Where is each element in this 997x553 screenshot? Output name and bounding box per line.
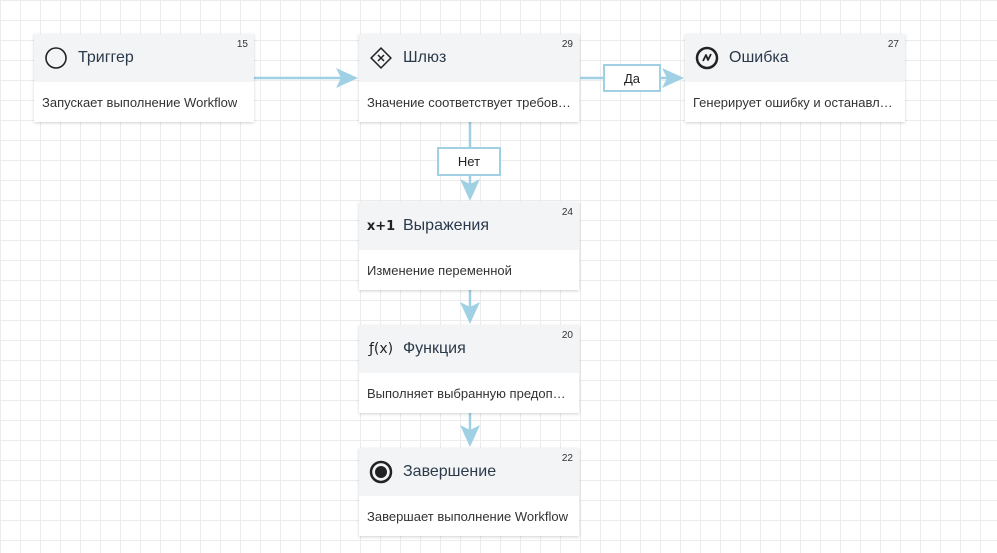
node-description: Генерирует ошибку и останавливает выполн… (693, 94, 897, 110)
node-function[interactable]: ƒ(x) Функция 20 Выполняет выбранную пред… (359, 325, 579, 413)
node-id: 20 (561, 330, 573, 341)
end-circle-icon (369, 460, 393, 484)
node-header: x+1 Выражения 24 (359, 202, 579, 250)
node-header: ƒ(x) Функция 20 (359, 325, 579, 373)
edge-label-no[interactable]: Нет (437, 147, 501, 176)
workflow-canvas[interactable]: Да Нет Триггер 15 Запускает выполнение W… (0, 0, 997, 553)
node-title: Функция (403, 340, 466, 357)
node-gateway[interactable]: Шлюз 29 Значение соответствует требовани… (359, 34, 579, 122)
node-body: Изменение переменной (359, 250, 579, 290)
circle-outline-icon (44, 46, 68, 70)
node-id: 15 (236, 39, 248, 50)
node-id: 24 (561, 207, 573, 218)
x-plus-one-icon: x+1 (366, 218, 396, 234)
node-title: Триггер (78, 49, 134, 66)
node-body: Запускает выполнение Workflow (34, 82, 254, 122)
node-title: Ошибка (729, 49, 789, 66)
lightning-circle-icon (695, 46, 719, 70)
node-description: Выполняет выбранную предопределённую фун… (367, 385, 571, 401)
node-error[interactable]: Ошибка 27 Генерирует ошибку и останавлив… (685, 34, 905, 122)
node-description: Значение соответствует требованиям (367, 94, 571, 110)
node-trigger[interactable]: Триггер 15 Запускает выполнение Workflow (34, 34, 254, 122)
diamond-x-icon (369, 46, 393, 70)
node-description: Запускает выполнение Workflow (42, 94, 238, 110)
node-id: 29 (561, 39, 573, 50)
node-body: Выполняет выбранную предопределённую фун… (359, 373, 579, 413)
node-body: Значение соответствует требованиям (359, 82, 579, 122)
node-expression[interactable]: x+1 Выражения 24 Изменение переменной (359, 202, 579, 290)
node-header: Ошибка 27 (685, 34, 905, 82)
edge-label-yes[interactable]: Да (603, 64, 661, 92)
node-description: Завершает выполнение Workflow (367, 508, 569, 524)
node-title: Завершение (403, 463, 497, 480)
node-header: Завершение 22 (359, 448, 579, 496)
node-body: Завершает выполнение Workflow (359, 496, 579, 536)
node-header: Триггер 15 (34, 34, 254, 82)
node-title: Выражения (403, 217, 490, 234)
node-id: 27 (887, 39, 899, 50)
node-description: Изменение переменной (367, 262, 512, 278)
node-title: Шлюз (403, 49, 447, 66)
function-icon: ƒ(x) (368, 341, 394, 357)
node-id: 22 (561, 453, 573, 464)
node-end[interactable]: Завершение 22 Завершает выполнение Workf… (359, 448, 579, 536)
node-header: Шлюз 29 (359, 34, 579, 82)
node-body: Генерирует ошибку и останавливает выполн… (685, 82, 905, 122)
